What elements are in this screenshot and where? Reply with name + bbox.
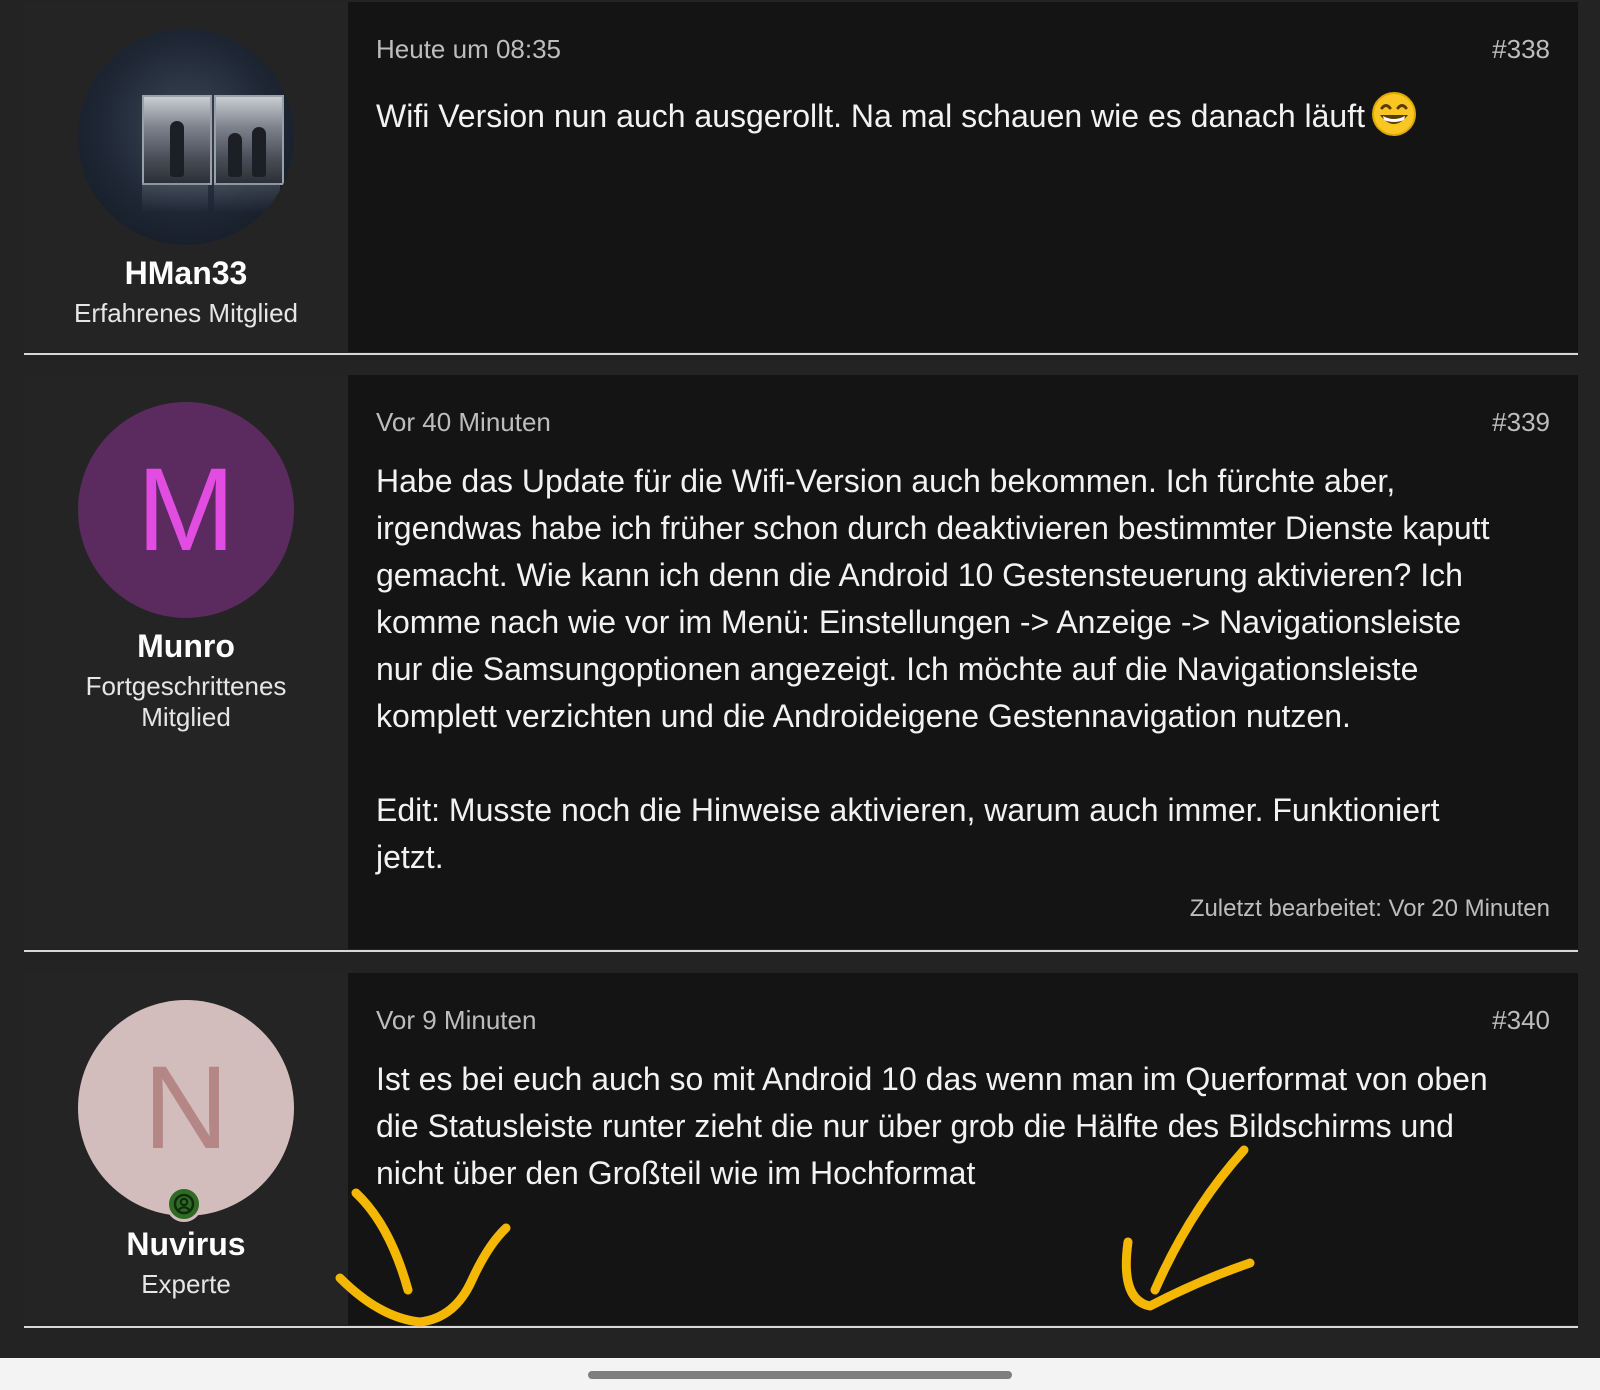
post-author-panel: M Munro Fortgeschrittenes Mitglied [24,375,348,949]
post-number[interactable]: #338 [1492,33,1550,65]
photo-panel-right [214,95,284,185]
post-body: Habe das Update für die Wifi-Version auc… [376,463,1490,875]
avatar[interactable]: N [78,1000,294,1222]
post-text: Wifi Version nun auch ausgerollt. Na mal… [376,98,1365,134]
avatar-letter: N [143,1042,229,1174]
avatar-letter: M [136,444,236,576]
post-divider [24,1326,1578,1328]
gesture-handle[interactable] [588,1371,1012,1379]
post-body: Ist es bei euch auch so mit Android 10 d… [376,1061,1488,1191]
post-divider [24,950,1578,952]
system-nav-bar [0,1358,1600,1390]
post-number[interactable]: #339 [1492,406,1550,438]
post-338: HMan33 Erfahrenes Mitglied Heute um 08:3… [24,2,1578,352]
user-role: Erfahrenes Mitglied [74,298,298,328]
username[interactable]: HMan33 [125,255,248,292]
post-time[interactable]: Vor 40 Minuten [376,406,551,438]
post-content: Heute um 08:35 #338 Wifi Version nun auc… [348,2,1578,352]
edit-note: Zuletzt bearbeitet: Vor 20 Minuten [1189,895,1550,922]
photo-panel-left [142,95,212,185]
post-time[interactable]: Vor 9 Minuten [376,1004,536,1036]
user-role: Fortgeschrittenes Mitglied [85,671,287,733]
user-online-icon [166,1186,202,1222]
post-author-panel: HMan33 Erfahrenes Mitglied [24,2,348,352]
username[interactable]: Munro [137,628,235,665]
post-time[interactable]: Heute um 08:35 [376,33,561,65]
post-339: M Munro Fortgeschrittenes Mitglied Vor 4… [24,375,1578,949]
post-author-panel: N Nuvirus Experte [24,973,348,1325]
post-340: N Nuvirus Experte Vor 9 Minuten #340 Ist… [24,973,1578,1325]
post-number[interactable]: #340 [1492,1004,1550,1036]
avatar[interactable] [78,29,294,245]
post-divider [24,353,1578,355]
post-body: Wifi Version nun auch ausgerollt. Na mal… [376,91,1550,150]
user-role: Experte [141,1269,231,1299]
username[interactable]: Nuvirus [126,1226,245,1263]
post-content: Vor 9 Minuten #340 Ist es bei euch auch … [348,973,1578,1325]
avatar[interactable]: M [78,402,294,618]
grinning-face-icon [1371,91,1417,150]
post-content: Vor 40 Minuten #339 Habe das Update für … [348,375,1578,949]
